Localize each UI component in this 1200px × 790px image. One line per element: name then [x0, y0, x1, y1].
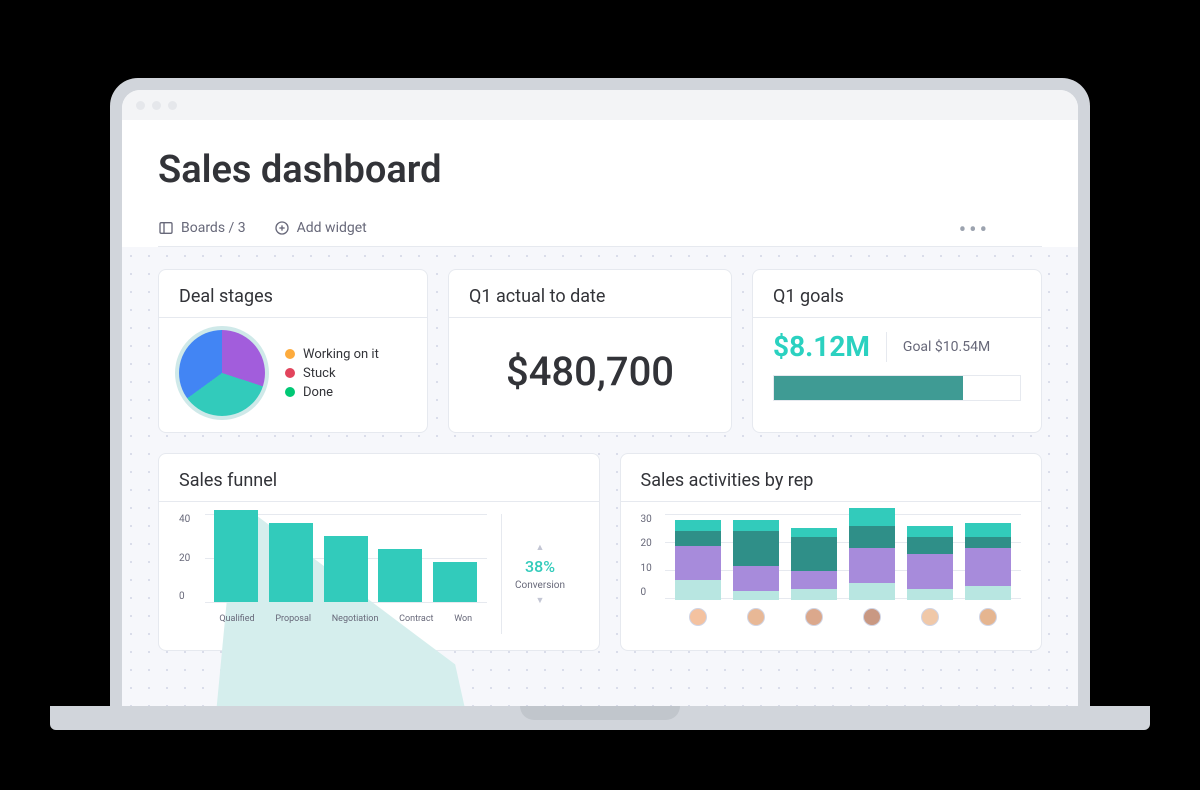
card-sales-funnel[interactable]: Sales funnel 40200 QualifiedProposalNego… [158, 453, 600, 651]
activity-stack [791, 528, 837, 600]
legend-label: Stuck [303, 366, 336, 381]
add-widget-label: Add widget [297, 220, 367, 236]
card-title: Sales funnel [179, 470, 579, 501]
activities-chart: 3020100 [641, 514, 1021, 634]
funnel-chart: 40200 QualifiedProposalNegotiationContra… [179, 514, 487, 634]
add-widget-button[interactable]: Add widget [274, 220, 367, 236]
rep-avatar[interactable] [863, 608, 881, 626]
arrow-down-icon: ▼ [536, 595, 545, 606]
goal-progress-bar [773, 375, 1021, 401]
card-q1-goals[interactable]: Q1 goals $8.12M Goal $10.54M [752, 269, 1042, 433]
conversion-panel: ▲ 38% Conversion ▼ [501, 514, 579, 634]
card-title: Deal stages [179, 286, 407, 317]
funnel-bar [324, 536, 368, 602]
goal-target: Goal $10.54M [903, 339, 990, 355]
legend-swatch [285, 349, 295, 359]
arrow-up-icon: ▲ [536, 542, 545, 553]
boards-count[interactable]: Boards / 3 [158, 220, 246, 236]
subheader: Boards / 3 Add widget [158, 220, 1042, 247]
activity-stack [849, 508, 895, 600]
activity-stack [733, 520, 779, 600]
page-title: Sales dashboard [158, 148, 1042, 192]
funnel-xlabel: Proposal [275, 614, 311, 624]
conversion-label: Conversion [515, 580, 565, 591]
plus-circle-icon [274, 220, 290, 236]
legend-swatch [285, 387, 295, 397]
laptop-base [50, 706, 1150, 730]
laptop-frame: Sales dashboard ••• Boards / 3 Add widge… [110, 78, 1090, 718]
window-dot [168, 101, 177, 110]
window-dot [152, 101, 161, 110]
legend-label: Done [303, 385, 333, 400]
card-deal-stages[interactable]: Deal stages Working on it [158, 269, 428, 433]
boards-label: Boards / 3 [181, 220, 246, 236]
laptop-notch [520, 706, 680, 720]
dashboard-canvas: Deal stages Working on it [122, 247, 1078, 718]
legend-item: Done [285, 385, 379, 400]
legend-item: Working on it [285, 347, 379, 362]
legend-label: Working on it [303, 347, 379, 362]
kpi-value: $480,700 [469, 348, 711, 395]
activity-stack [675, 520, 721, 600]
rep-avatar[interactable] [689, 608, 707, 626]
goal-value: $8.12M [773, 330, 870, 363]
legend-swatch [285, 368, 295, 378]
funnel-bar [269, 523, 313, 602]
activity-stack [907, 525, 953, 600]
funnel-xlabel: Contract [399, 614, 433, 624]
card-kpi-q1-actual[interactable]: Q1 actual to date $480,700 [448, 269, 732, 433]
page-content: Sales dashboard ••• Boards / 3 Add widge… [122, 120, 1078, 718]
rep-avatar[interactable] [747, 608, 765, 626]
funnel-xlabel: Won [454, 614, 472, 624]
card-title: Sales activities by rep [641, 470, 1021, 501]
rep-avatar[interactable] [921, 608, 939, 626]
boards-icon [158, 220, 174, 236]
window-titlebar [122, 90, 1078, 120]
more-menu-icon[interactable]: ••• [959, 218, 990, 243]
conversion-value: 38% [525, 557, 555, 576]
funnel-bar [214, 510, 258, 602]
window-dot [136, 101, 145, 110]
card-sales-activities[interactable]: Sales activities by rep 3020100 [620, 453, 1042, 651]
legend-item: Stuck [285, 366, 379, 381]
funnel-xlabel: Negotiation [332, 614, 379, 624]
funnel-xlabel: Qualified [219, 614, 254, 624]
funnel-bar [433, 562, 477, 602]
funnel-bar [378, 549, 422, 602]
rep-avatar[interactable] [979, 608, 997, 626]
activity-stack [965, 523, 1011, 600]
deal-stages-pie-chart [179, 330, 265, 416]
pie-legend: Working on it Stuck Done [285, 343, 379, 404]
card-title: Q1 goals [773, 286, 1021, 317]
card-title: Q1 actual to date [469, 286, 711, 317]
rep-avatar[interactable] [805, 608, 823, 626]
screen: Sales dashboard ••• Boards / 3 Add widge… [122, 90, 1078, 718]
